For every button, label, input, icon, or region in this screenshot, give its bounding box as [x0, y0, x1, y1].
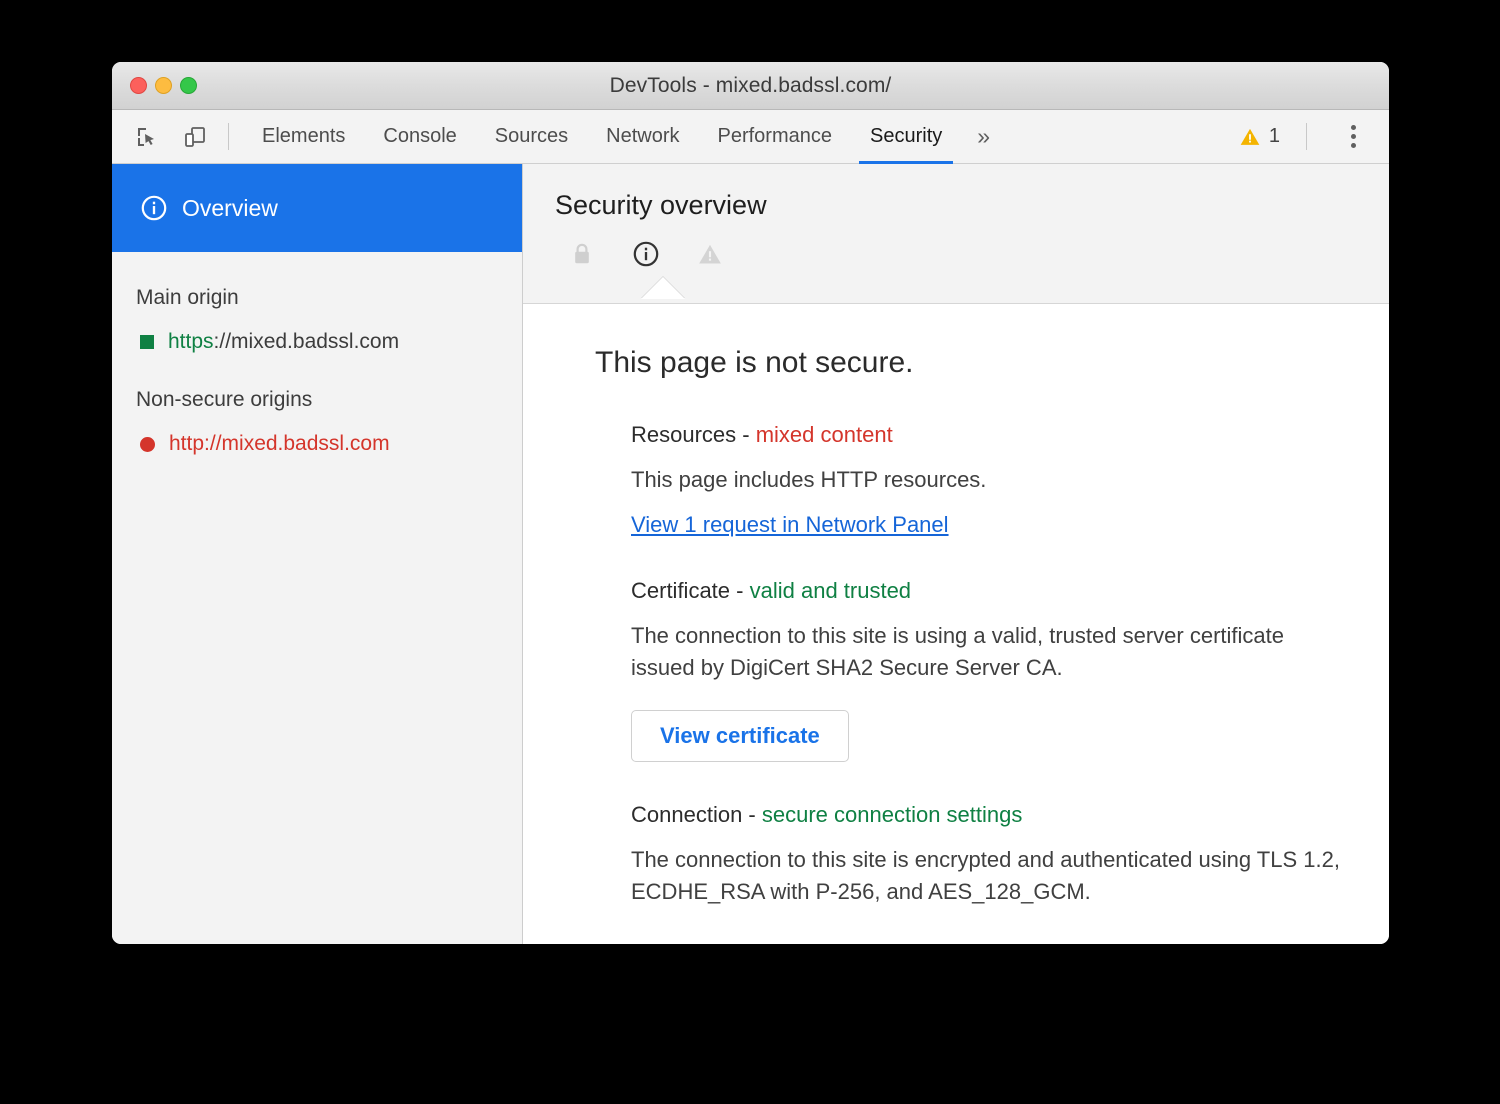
- origin-text: http://mixed.badssl.com: [169, 432, 390, 456]
- section-body: Connection - secure connection settings …: [631, 802, 1345, 924]
- secure-square-icon: [140, 335, 154, 349]
- security-main-panel: Security overview: [523, 164, 1389, 944]
- tab-label: Network: [606, 125, 679, 148]
- lock-icon: [567, 239, 597, 269]
- panel-tabs: Elements Console Sources Network Perform…: [243, 110, 1227, 163]
- section-separator: -: [736, 422, 756, 447]
- sidebar-item-overview[interactable]: Overview: [112, 164, 522, 252]
- section-title: Certificate: [631, 578, 730, 603]
- page-title: Security overview: [555, 190, 1389, 221]
- tab-elements[interactable]: Elements: [243, 110, 364, 163]
- section-certificate: Certificate - valid and trusted The conn…: [571, 578, 1345, 762]
- section-body: Certificate - valid and trusted The conn…: [631, 578, 1345, 762]
- toolbar-right-group: 1: [1227, 110, 1389, 163]
- sidebar-group-main-origin: Main origin: [112, 252, 522, 310]
- toolbar-divider-left: [228, 123, 229, 150]
- origin-host: ://mixed.badssl.com: [214, 330, 400, 353]
- window-titlebar: DevTools - mixed.badssl.com/: [112, 62, 1389, 110]
- device-toolbar-icon[interactable]: [176, 118, 214, 156]
- section-title: Resources: [631, 422, 736, 447]
- section-heading: Resources - mixed content: [631, 422, 1345, 448]
- section-separator: -: [742, 802, 762, 827]
- inspect-element-icon[interactable]: [128, 118, 166, 156]
- security-content: This page is not secure. Resources - mix…: [523, 304, 1389, 944]
- security-sidebar: Overview Main origin https://mixed.badss…: [112, 164, 523, 944]
- section-body: Resources - mixed content This page incl…: [631, 422, 1345, 538]
- tab-label: Console: [383, 125, 456, 148]
- window-controls: [130, 77, 197, 94]
- devtools-body: Overview Main origin https://mixed.badss…: [112, 164, 1389, 944]
- warning-count: 1: [1269, 125, 1280, 148]
- kebab-dot: [1351, 134, 1356, 139]
- tab-label: Elements: [262, 125, 345, 148]
- origin-text: https://mixed.badssl.com: [168, 330, 399, 354]
- window-title: DevTools - mixed.badssl.com/: [112, 74, 1389, 98]
- view-requests-link[interactable]: View 1 request in Network Panel: [631, 512, 949, 538]
- section-description: The connection to this site is encrypted…: [631, 844, 1345, 908]
- screenshot-canvas: DevTools - mixed.badssl.com/: [0, 0, 1500, 1104]
- section-marker-col: [571, 422, 631, 538]
- tab-console[interactable]: Console: [364, 110, 475, 163]
- more-options-icon[interactable]: [1333, 117, 1373, 157]
- minimize-button[interactable]: [155, 77, 172, 94]
- tab-sources[interactable]: Sources: [476, 110, 587, 163]
- devtools-toolbar: Elements Console Sources Network Perform…: [112, 110, 1389, 164]
- section-heading: Certificate - valid and trusted: [631, 578, 1345, 604]
- tab-network[interactable]: Network: [587, 110, 698, 163]
- warning-triangle-icon: [1239, 126, 1261, 148]
- origin-scheme: https: [168, 330, 214, 353]
- security-headline: This page is not secure.: [571, 346, 1345, 380]
- section-state: secure connection settings: [762, 802, 1023, 827]
- tab-performance[interactable]: Performance: [699, 110, 852, 163]
- toolbar-left-icons: [128, 110, 214, 163]
- section-title: Connection: [631, 802, 742, 827]
- tab-label: Sources: [495, 125, 568, 148]
- sidebar-item-label: Overview: [182, 195, 278, 222]
- info-circle-icon: [631, 239, 661, 269]
- insecure-dot-icon: [140, 437, 155, 452]
- section-marker-col: [571, 578, 631, 762]
- section-description: This page includes HTTP resources.: [631, 464, 1345, 496]
- tab-security[interactable]: Security: [851, 110, 961, 163]
- close-button[interactable]: [130, 77, 147, 94]
- kebab-dot: [1351, 143, 1356, 148]
- more-tabs-chevron-icon[interactable]: »: [961, 110, 1006, 163]
- section-resources: Resources - mixed content This page incl…: [571, 422, 1345, 538]
- tab-label: Security: [870, 125, 942, 148]
- section-marker-col: [571, 802, 631, 924]
- security-state-icons: [555, 239, 1389, 269]
- section-separator: -: [730, 578, 750, 603]
- section-connection: Connection - secure connection settings …: [571, 802, 1345, 924]
- maximize-button[interactable]: [180, 77, 197, 94]
- section-heading: Connection - secure connection settings: [631, 802, 1345, 828]
- kebab-dot: [1351, 125, 1356, 130]
- sidebar-origin-http[interactable]: http://mixed.badssl.com: [112, 412, 522, 456]
- devtools-window: DevTools - mixed.badssl.com/: [112, 62, 1389, 944]
- section-state: mixed content: [756, 422, 893, 447]
- section-state: valid and trusted: [750, 578, 911, 603]
- sidebar-group-non-secure-origins: Non-secure origins: [112, 354, 522, 412]
- sidebar-origin-https[interactable]: https://mixed.badssl.com: [112, 310, 522, 354]
- security-panel-header: Security overview: [523, 164, 1389, 304]
- toolbar-divider-right: [1306, 123, 1307, 150]
- section-description: The connection to this site is using a v…: [631, 620, 1345, 684]
- tab-label: Performance: [718, 125, 833, 148]
- view-certificate-button[interactable]: View certificate: [631, 710, 849, 762]
- active-state-pointer: [641, 277, 685, 299]
- info-circle-icon: [140, 194, 168, 222]
- warning-indicator[interactable]: 1: [1227, 125, 1292, 148]
- warning-triangle-icon: [695, 239, 725, 269]
